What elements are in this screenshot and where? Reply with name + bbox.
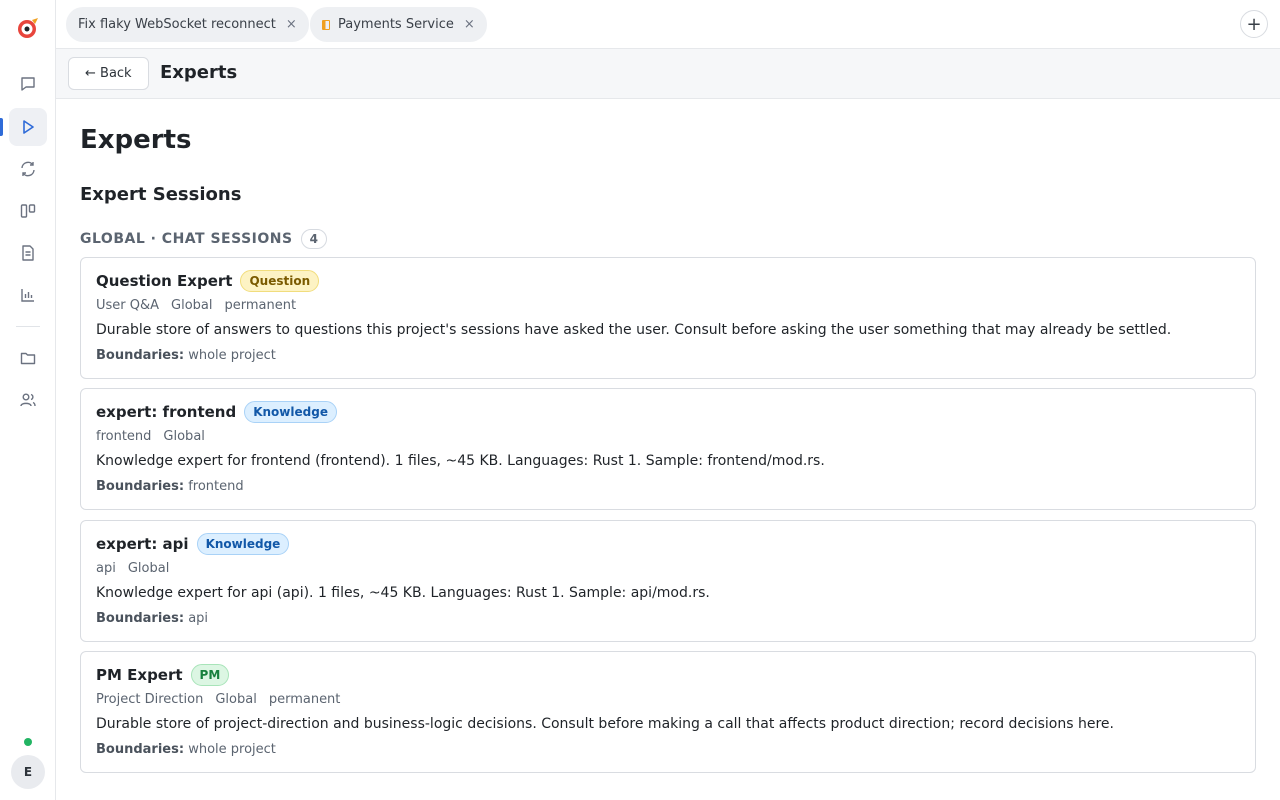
boundaries-label: Boundaries:: [96, 348, 185, 363]
expert-name: expert: api: [96, 535, 189, 553]
expert-type-badge: Knowledge: [196, 533, 290, 555]
expert-card-api[interactable]: expert: api Knowledge api Global Knowled…: [80, 520, 1256, 642]
nav-divider: [16, 326, 40, 327]
back-button[interactable]: ← Back: [68, 57, 149, 90]
boundaries-value: whole project: [188, 348, 276, 363]
bar-chart-icon: [21, 289, 34, 302]
expert-description: Durable store of answers to questions th…: [96, 322, 1172, 338]
boundaries-value: whole project: [188, 742, 276, 757]
expert-meta: User Q&A Global permanent: [96, 298, 308, 313]
users-icon: [20, 393, 36, 407]
expert-boundaries: Boundaries: whole project: [96, 742, 276, 757]
expert-name: Question Expert: [96, 272, 233, 290]
boundaries-value: api: [188, 611, 209, 626]
nav-run[interactable]: [9, 108, 47, 146]
expert-meta: api Global: [96, 561, 181, 576]
expert-type-badge: Question: [240, 270, 320, 292]
expert-boundaries: Boundaries: whole project: [96, 348, 276, 363]
tab-label: Payments Service: [338, 17, 454, 32]
expert-scope: Global: [215, 692, 257, 707]
expert-lifetime: permanent: [224, 298, 297, 313]
expert-lifetime: permanent: [268, 692, 341, 707]
page-title: Experts: [80, 125, 192, 155]
tab-websocket[interactable]: Fix flaky WebSocket reconnect ×: [66, 7, 309, 42]
group-label: GLOBAL · CHAT SESSIONS: [80, 231, 293, 247]
section-title: Expert Sessions: [80, 184, 242, 205]
boundaries-label: Boundaries:: [96, 742, 185, 757]
expert-description: Durable store of project-direction and b…: [96, 716, 1114, 732]
expert-meta: Project Direction Global permanent: [96, 692, 352, 707]
nav-documents[interactable]: [9, 234, 47, 272]
nav-analytics[interactable]: [9, 276, 47, 314]
expert-description: Knowledge expert for api (api). 1 files,…: [96, 585, 710, 601]
document-icon: [22, 245, 34, 261]
expert-scope: Global: [127, 561, 170, 576]
expert-card-frontend[interactable]: expert: frontend Knowledge frontend Glob…: [80, 388, 1256, 510]
expert-card-pm[interactable]: PM Expert PM Project Direction Global pe…: [80, 651, 1256, 773]
expert-topic: frontend: [96, 429, 152, 444]
expert-scope: Global: [163, 429, 205, 444]
nav-files[interactable]: [9, 339, 47, 377]
expert-card-question[interactable]: Question Expert Question User Q&A Global…: [80, 257, 1256, 379]
expert-description: Knowledge expert for frontend (frontend)…: [96, 453, 825, 469]
sidebar: E: [0, 0, 56, 800]
header-title: Experts: [160, 62, 238, 83]
refresh-icon: [21, 161, 35, 177]
folder-icon: [20, 352, 36, 365]
add-tab-button[interactable]: +: [1240, 10, 1268, 38]
nav-sync[interactable]: [9, 150, 47, 188]
close-icon[interactable]: ×: [464, 17, 475, 32]
expert-name: PM Expert: [96, 666, 183, 684]
nav-board[interactable]: [9, 192, 47, 230]
expert-scope: Global: [171, 298, 213, 313]
expert-meta: frontend Global: [96, 429, 217, 444]
main-content: Experts Expert Sessions GLOBAL · CHAT SE…: [56, 99, 1280, 800]
expert-type-badge: Knowledge: [244, 401, 337, 423]
user-avatar[interactable]: E: [11, 755, 45, 789]
session-count-badge: 4: [300, 229, 327, 249]
online-status-dot: [24, 738, 32, 746]
expert-name: expert: frontend: [96, 403, 237, 421]
play-icon: [23, 120, 34, 134]
expert-type-badge: PM: [190, 664, 230, 686]
active-nav-indicator: [0, 118, 3, 136]
chat-icon: [21, 77, 35, 91]
close-icon[interactable]: ×: [286, 17, 297, 32]
expert-boundaries: Boundaries: api: [96, 611, 208, 626]
expert-topic: Project Direction: [96, 692, 204, 707]
app-logo[interactable]: [16, 16, 40, 40]
tab-payments-service[interactable]: Payments Service ×: [310, 7, 487, 42]
tab-bar: Fix flaky WebSocket reconnect × Payments…: [56, 0, 1280, 49]
service-icon: [322, 19, 330, 30]
group-header: GLOBAL · CHAT SESSIONS 4: [80, 229, 327, 249]
boundaries-value: frontend: [188, 479, 244, 494]
nav-team[interactable]: [9, 381, 47, 419]
expert-boundaries: Boundaries: frontend: [96, 479, 244, 494]
boundaries-label: Boundaries:: [96, 479, 185, 494]
nav-chat[interactable]: [9, 65, 47, 103]
expert-topic: User Q&A: [96, 298, 160, 313]
boundaries-label: Boundaries:: [96, 611, 185, 626]
board-icon: [20, 204, 36, 218]
tab-label: Fix flaky WebSocket reconnect: [78, 17, 276, 32]
page-header: ← Back Experts: [56, 49, 1280, 99]
expert-topic: api: [96, 561, 116, 576]
